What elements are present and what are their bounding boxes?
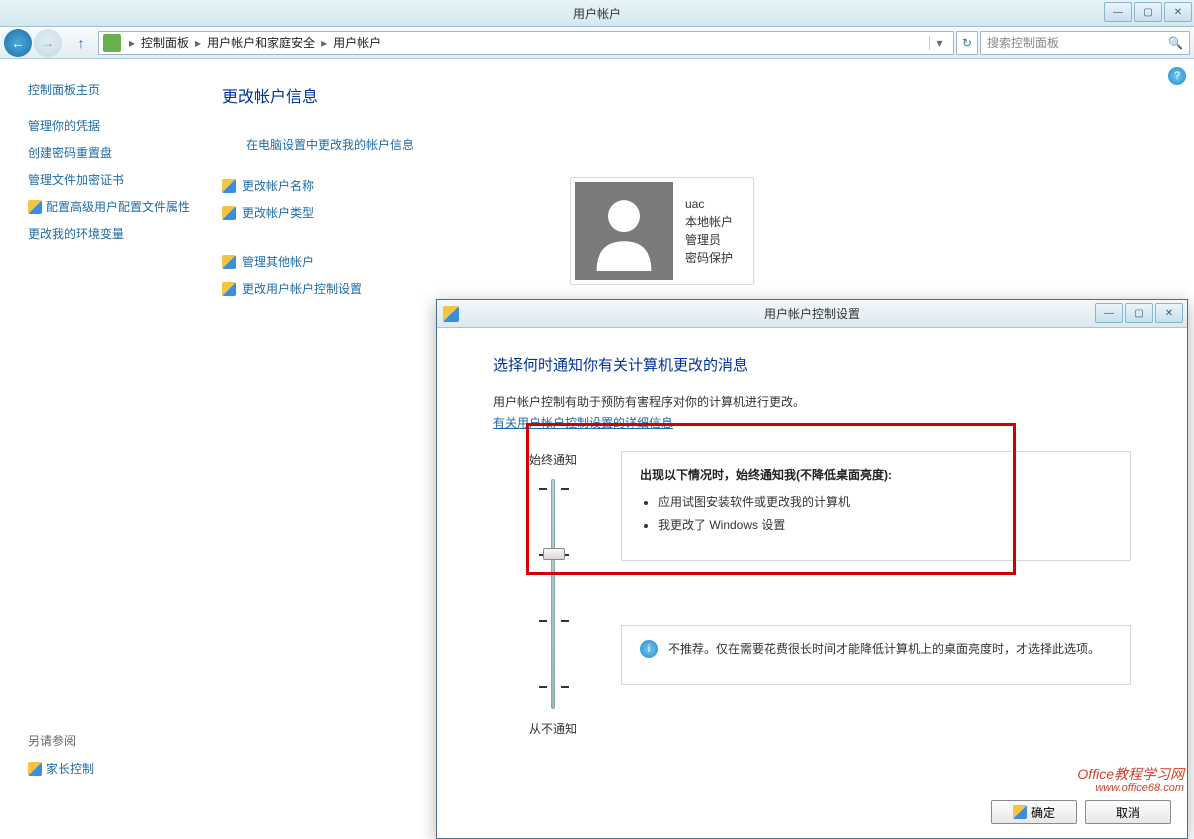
shield-icon: [443, 306, 459, 322]
crumb-sep: ▸: [127, 36, 137, 50]
user-pwd: 密码保护: [685, 249, 733, 267]
window-title: 用户帐户: [573, 5, 621, 22]
info-box: i 不推荐。仅在需要花费很长时间才能降低计算机上的桌面亮度时，才选择此选项。: [621, 625, 1131, 685]
dialog-heading: 选择何时通知你有关计算机更改的消息: [493, 354, 1131, 375]
tick-2: [539, 620, 569, 622]
slider-track-wrap[interactable]: [551, 478, 555, 710]
tick-0: [539, 488, 569, 490]
close-button[interactable]: ✕: [1164, 2, 1192, 22]
watermark-line2: www.office68.com: [1077, 782, 1184, 794]
slider-label-top: 始终通知: [493, 451, 613, 468]
user-icon: [589, 191, 659, 271]
crumb-2[interactable]: 用户帐户: [329, 34, 385, 51]
sidebar-footer: 另请参阅 家长控制: [28, 732, 94, 782]
slider-label-bot: 从不通知: [493, 720, 613, 737]
minimize-button[interactable]: —: [1104, 2, 1132, 22]
dialog-buttons: 确定 取消: [991, 800, 1171, 824]
titlebar: 用户帐户 — ▢ ✕: [0, 0, 1194, 27]
desc-column: 出现以下情况时，始终通知我(不降低桌面亮度): 应用试图安装软件或更改我的计算机…: [613, 451, 1131, 749]
see-also-label: 另请参阅: [28, 732, 94, 749]
location-icon: [103, 34, 121, 52]
slider-thumb[interactable]: [543, 548, 565, 560]
user-info: uac 本地帐户 管理员 密码保护: [685, 195, 733, 267]
bullet-2: 我更改了 Windows 设置: [658, 516, 1112, 533]
user-tile: uac 本地帐户 管理员 密码保护: [570, 177, 754, 285]
slider-description-box: 出现以下情况时，始终通知我(不降低桌面亮度): 应用试图安装软件或更改我的计算机…: [621, 451, 1131, 561]
dialog-desc: 用户帐户控制有助于预防有害程序对你的计算机进行更改。: [493, 393, 1131, 410]
search-icon: 🔍: [1168, 36, 1183, 50]
sidebar-link-parental[interactable]: 家长控制: [28, 755, 94, 782]
search-placeholder: 搜索控制面板: [987, 34, 1059, 51]
dialog-window-controls: — ▢ ✕: [1095, 303, 1183, 323]
breadcrumb[interactable]: ▸ 控制面板 ▸ 用户帐户和家庭安全 ▸ 用户帐户 ▾: [98, 31, 954, 55]
sidebar-link-encryption-cert[interactable]: 管理文件加密证书: [28, 166, 200, 193]
crumb-sep: ▸: [319, 36, 329, 50]
breadcrumb-dropdown[interactable]: ▾: [929, 36, 949, 50]
sidebar-heading[interactable]: 控制面板主页: [28, 81, 200, 98]
slider-track: [551, 479, 555, 709]
sidebar: 控制面板主页 管理你的凭据 创建密码重置盘 管理文件加密证书 配置高级用户配置文…: [0, 59, 210, 800]
forward-button[interactable]: →: [34, 29, 62, 57]
uac-dialog: 用户帐户控制设置 — ▢ ✕ 选择何时通知你有关计算机更改的消息 用户帐户控制有…: [436, 299, 1188, 839]
dialog-minimize-button[interactable]: —: [1095, 303, 1123, 323]
back-button[interactable]: ←: [4, 29, 32, 57]
user-type: 本地帐户: [685, 213, 733, 231]
window-controls: — ▢ ✕: [1104, 2, 1192, 22]
slider-area: 始终通知 从不通知 出现以下情况时，始终通知我(不降: [493, 451, 1131, 749]
dialog-close-button[interactable]: ✕: [1155, 303, 1183, 323]
link-pc-settings[interactable]: 在电脑设置中更改我的帐户信息: [246, 131, 1170, 158]
tick-3: [539, 686, 569, 688]
navbar: ← → ↑ ▸ 控制面板 ▸ 用户帐户和家庭安全 ▸ 用户帐户 ▾ ↻ 搜索控制…: [0, 27, 1194, 59]
ok-button[interactable]: 确定: [991, 800, 1077, 824]
slider-column: 始终通知 从不通知: [493, 451, 613, 749]
dialog-maximize-button[interactable]: ▢: [1125, 303, 1153, 323]
dialog-titlebar: 用户帐户控制设置 — ▢ ✕: [437, 300, 1187, 328]
main: ? 控制面板主页 管理你的凭据 创建密码重置盘 管理文件加密证书 配置高级用户配…: [0, 59, 1194, 800]
crumb-sep: ▸: [193, 36, 203, 50]
dialog-body: 选择何时通知你有关计算机更改的消息 用户帐户控制有助于预防有害程序对你的计算机进…: [437, 328, 1187, 749]
bullet-1: 应用试图安装软件或更改我的计算机: [658, 493, 1112, 510]
info-icon: i: [640, 640, 658, 658]
sidebar-link-credentials[interactable]: 管理你的凭据: [28, 112, 200, 139]
info-text: 不推荐。仅在需要花费很长时间才能降低计算机上的桌面亮度时，才选择此选项。: [668, 640, 1100, 670]
crumb-1[interactable]: 用户帐户和家庭安全: [203, 34, 319, 51]
avatar: [575, 182, 673, 280]
refresh-button[interactable]: ↻: [956, 31, 978, 55]
up-button[interactable]: ↑: [70, 32, 92, 54]
watermark-line1: Office教程学习网: [1077, 767, 1184, 782]
crumb-0[interactable]: 控制面板: [137, 34, 193, 51]
search-input[interactable]: 搜索控制面板 🔍: [980, 31, 1190, 55]
dialog-help-link[interactable]: 有关用户帐户控制设置的详细信息: [493, 416, 673, 430]
user-name: uac: [685, 195, 733, 213]
page-title: 更改帐户信息: [222, 83, 1170, 107]
maximize-button[interactable]: ▢: [1134, 2, 1162, 22]
sidebar-link-env-vars[interactable]: 更改我的环境变量: [28, 220, 200, 247]
desc-bullets: 应用试图安装软件或更改我的计算机 我更改了 Windows 设置: [658, 493, 1112, 533]
desc-heading: 出现以下情况时，始终通知我(不降低桌面亮度):: [640, 468, 892, 482]
sidebar-link-advanced-profile[interactable]: 配置高级用户配置文件属性: [28, 193, 200, 220]
watermark: Office教程学习网 www.office68.com: [1077, 767, 1184, 794]
dialog-title: 用户帐户控制设置: [764, 305, 860, 322]
sidebar-link-password-reset[interactable]: 创建密码重置盘: [28, 139, 200, 166]
user-role: 管理员: [685, 231, 733, 249]
cancel-button[interactable]: 取消: [1085, 800, 1171, 824]
